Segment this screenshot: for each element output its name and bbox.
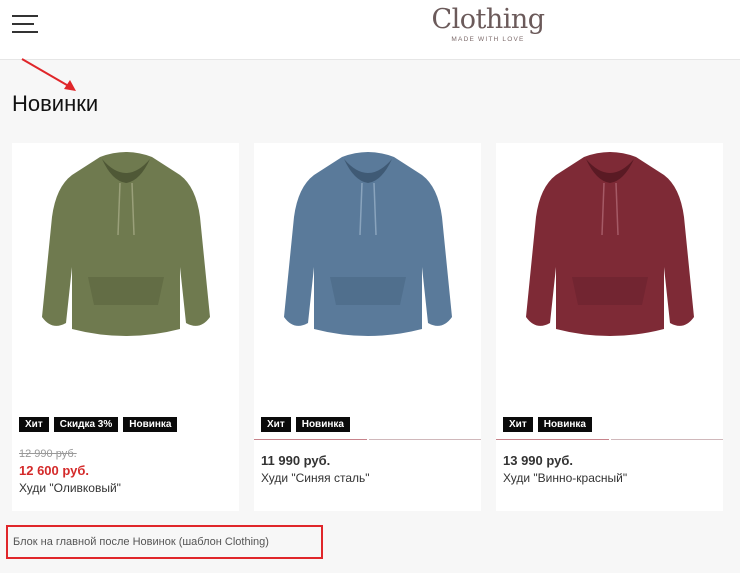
section-title: Новинки (12, 91, 99, 116)
badge-new: Новинка (537, 417, 592, 432)
price: 13 990 руб. (503, 453, 574, 468)
divider (254, 439, 481, 440)
product-name[interactable]: Худи "Винно-красный" (503, 471, 627, 485)
badge-group: Хит Новинка (503, 417, 592, 432)
template-notice: Блок на главной после Новинок (шаблон Cl… (6, 525, 323, 559)
price: 11 990 руб. (261, 453, 331, 468)
product-image (284, 152, 452, 336)
site-logo[interactable]: Clothing MADE WITH LOVE (420, 4, 556, 43)
product-name[interactable]: Худи "Оливковый" (19, 481, 121, 495)
logo-subtitle: MADE WITH LOVE (451, 36, 525, 43)
badge-hit: Хит (503, 417, 533, 432)
price: 12 600 руб. (19, 463, 90, 478)
product-card[interactable]: Хит Новинка 11 990 руб. Худи "Синяя стал… (254, 143, 481, 511)
product-image (42, 152, 210, 336)
badge-group: Хит Новинка (261, 417, 350, 432)
badge-new: Новинка (123, 417, 178, 432)
site-header: Clothing MADE WITH LOVE (0, 0, 740, 60)
logo-title: Clothing (431, 4, 545, 35)
product-card[interactable]: Хит Новинка 13 990 руб. Худи "Винно-крас… (496, 143, 723, 511)
product-card[interactable]: Хит Скидка 3% Новинка 12 990 руб. 12 600… (12, 143, 239, 511)
product-name[interactable]: Худи "Синяя сталь" (261, 471, 370, 485)
old-price: 12 990 руб. (19, 448, 77, 460)
menu-icon[interactable] (12, 15, 40, 33)
badge-hit: Хит (19, 417, 49, 432)
badge-discount: Скидка 3% (53, 417, 119, 432)
badge-hit: Хит (261, 417, 291, 432)
divider (496, 439, 723, 440)
badge-group: Хит Скидка 3% Новинка (19, 417, 178, 432)
product-image (526, 152, 694, 336)
badge-new: Новинка (295, 417, 350, 432)
